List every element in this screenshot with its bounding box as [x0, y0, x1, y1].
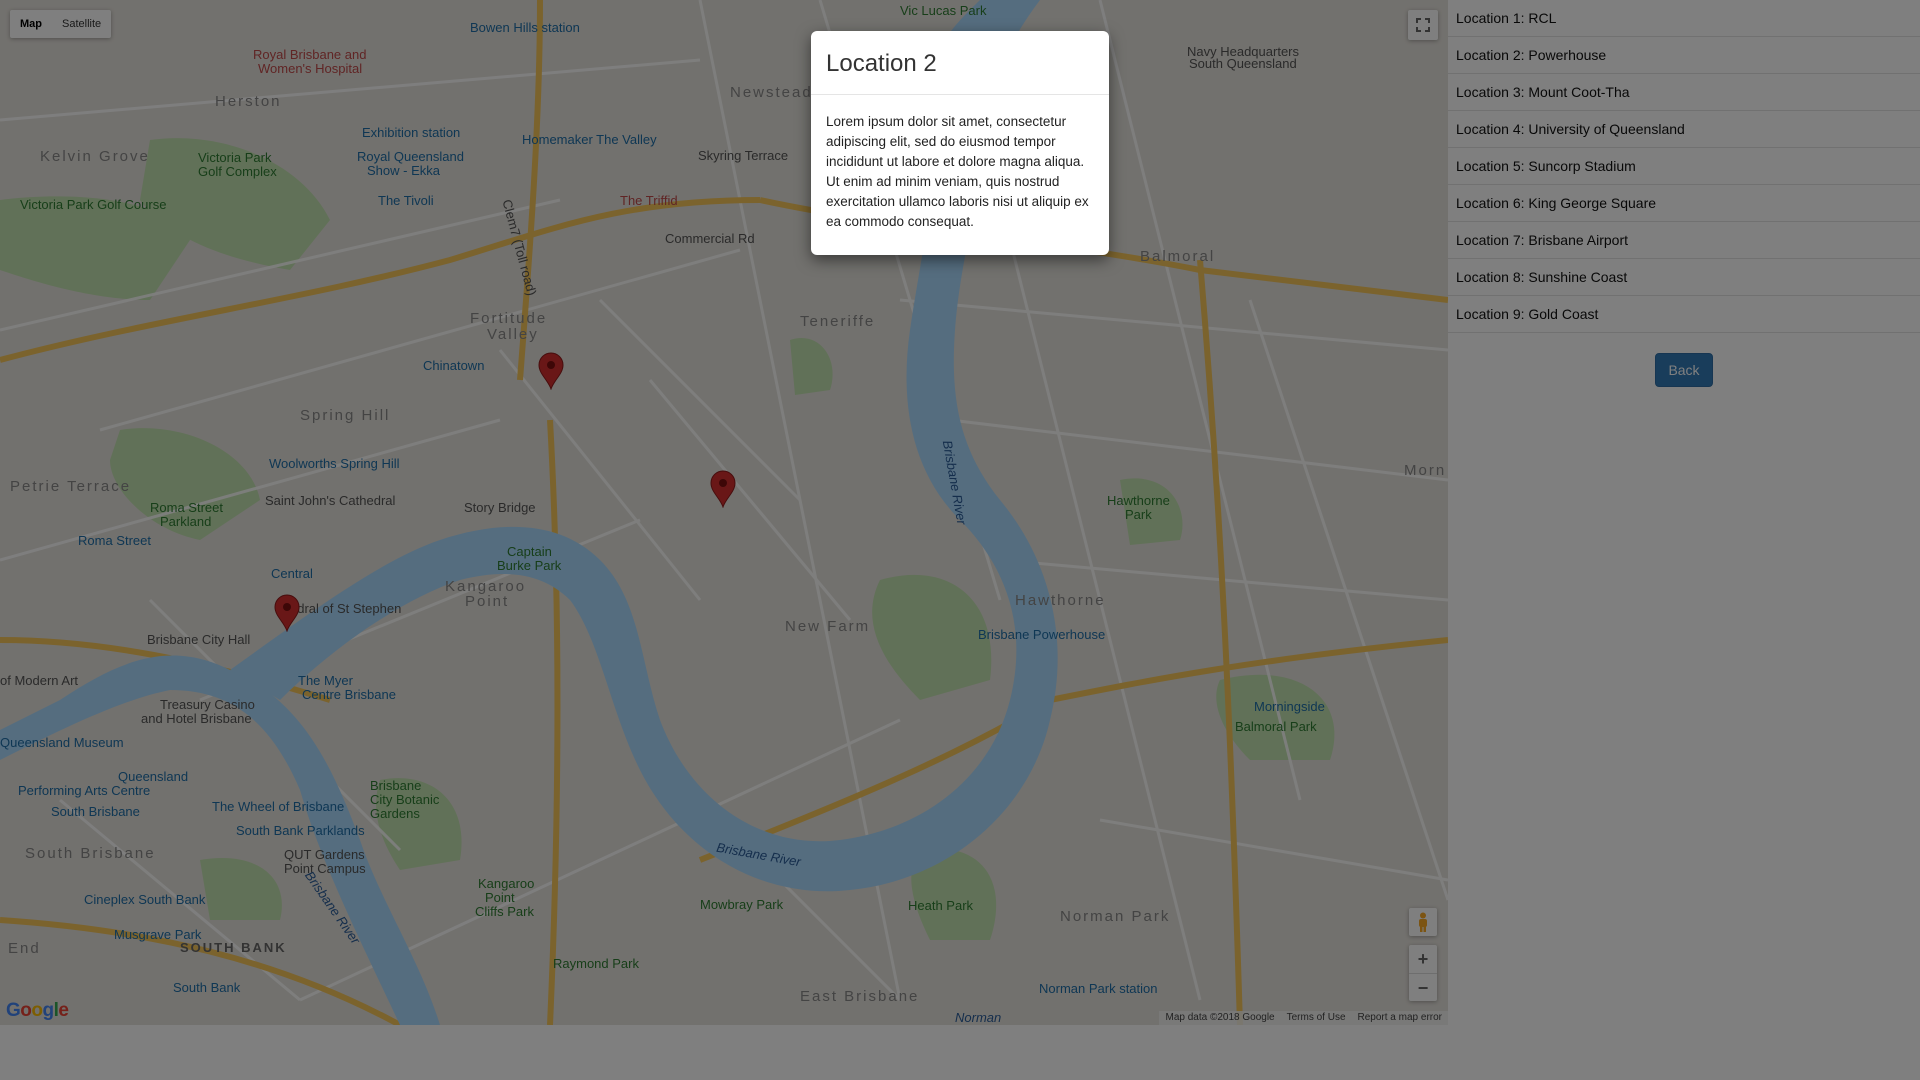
- map-data-text: Map data ©2018 Google: [1165, 1012, 1275, 1023]
- map-pin-icon[interactable]: [710, 470, 736, 508]
- location-item-4[interactable]: Location 4: University of Queensland: [1448, 111, 1920, 148]
- terms-of-use-link[interactable]: Terms of Use: [1281, 1011, 1352, 1025]
- modal-title: Location 2: [811, 31, 1109, 95]
- location-sidebar: Location 1: RCL Location 2: Powerhouse L…: [1448, 0, 1920, 1080]
- map-canvas[interactable]: Herston Kelvin Grove Spring Hill Fortitu…: [0, 0, 1448, 1025]
- location-item-8[interactable]: Location 8: Sunshine Coast: [1448, 259, 1920, 296]
- zoom-out-button[interactable]: −: [1409, 974, 1437, 1002]
- zoom-in-button[interactable]: +: [1409, 945, 1437, 973]
- location-item-3[interactable]: Location 3: Mount Coot-Tha: [1448, 74, 1920, 111]
- location-item-7[interactable]: Location 7: Brisbane Airport: [1448, 222, 1920, 259]
- location-item-2[interactable]: Location 2: Powerhouse: [1448, 37, 1920, 74]
- back-button-container: Back: [1448, 333, 1920, 387]
- back-button[interactable]: Back: [1655, 353, 1713, 387]
- map-type-satellite-button[interactable]: Satellite: [52, 10, 111, 38]
- page-footer-area: [0, 1025, 1448, 1080]
- report-map-error-link[interactable]: Report a map error: [1352, 1011, 1448, 1025]
- fullscreen-icon: [1416, 18, 1430, 32]
- pegman-icon: [1419, 912, 1427, 932]
- zoom-control: + −: [1409, 945, 1437, 1001]
- modal-body-text: Lorem ipsum dolor sit amet, consectetur …: [826, 114, 1089, 229]
- map-type-map-button[interactable]: Map: [10, 10, 52, 38]
- map-pin-icon[interactable]: [274, 594, 300, 632]
- fullscreen-button[interactable]: [1408, 10, 1438, 40]
- map-type-control: Map Satellite: [10, 10, 112, 38]
- location-modal: Location 2 Lorem ipsum dolor sit amet, c…: [811, 31, 1109, 255]
- street-view-button[interactable]: [1409, 908, 1437, 936]
- location-item-9[interactable]: Location 9: Gold Coast: [1448, 296, 1920, 333]
- location-item-5[interactable]: Location 5: Suncorp Stadium: [1448, 148, 1920, 185]
- location-item-6[interactable]: Location 6: King George Square: [1448, 185, 1920, 222]
- google-logo[interactable]: Google: [6, 1000, 69, 1022]
- map-attribution: Map data ©2018 Google Terms of Use Repor…: [1159, 1011, 1448, 1025]
- location-item-1[interactable]: Location 1: RCL: [1448, 0, 1920, 37]
- map-pin-icon[interactable]: [538, 352, 564, 390]
